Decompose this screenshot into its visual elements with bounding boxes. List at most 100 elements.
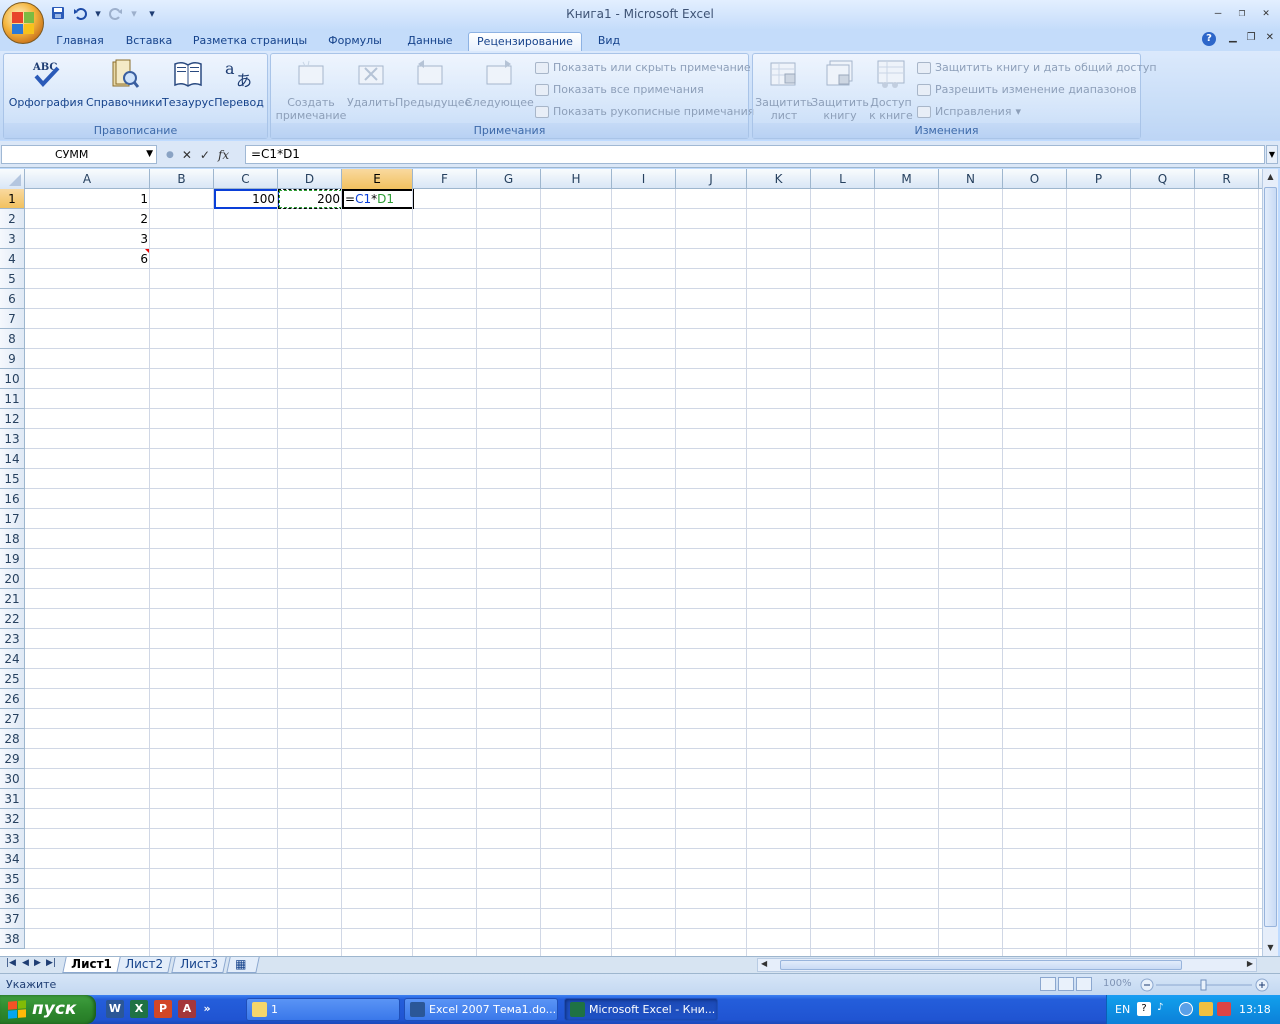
column-header-H[interactable]: H (541, 169, 612, 189)
workbook-minimize-button[interactable]: ▁ (1229, 32, 1237, 43)
tab-view[interactable]: Вид (592, 32, 626, 51)
row-header-23[interactable]: 23 (0, 629, 25, 649)
last-sheet-icon[interactable]: ▶| (46, 958, 56, 968)
cancel-icon[interactable]: ✕ (182, 148, 192, 162)
column-header-F[interactable]: F (413, 169, 477, 189)
name-box[interactable]: СУММ ▼ (1, 145, 157, 164)
prev-sheet-icon[interactable]: ◀ (22, 958, 29, 968)
insert-sheet-button[interactable]: ▦ (226, 957, 260, 973)
row-header-12[interactable]: 12 (0, 409, 25, 429)
show-ink-button[interactable]: Показать рукописные примечания (535, 104, 754, 120)
row-header-27[interactable]: 27 (0, 709, 25, 729)
row-header-36[interactable]: 36 (0, 889, 25, 909)
column-header-C[interactable]: C (214, 169, 278, 189)
chevron-down-icon[interactable]: ▼ (146, 146, 153, 163)
row-header-35[interactable]: 35 (0, 869, 25, 889)
word-icon[interactable]: W (106, 1000, 124, 1018)
first-sheet-icon[interactable]: |◀ (6, 958, 16, 968)
row-header-21[interactable]: 21 (0, 589, 25, 609)
insert-function-icon[interactable]: fx (218, 148, 229, 162)
row-header-20[interactable]: 20 (0, 569, 25, 589)
row-header-4[interactable]: 4 (0, 249, 25, 269)
cell-D1[interactable]: 200 (278, 189, 343, 209)
row-header-19[interactable]: 19 (0, 549, 25, 569)
normal-view-icon[interactable] (1040, 977, 1056, 991)
research-button[interactable]: Справочники (86, 58, 162, 109)
scroll-right-icon[interactable]: ▶ (1247, 959, 1253, 968)
tab-page-layout[interactable]: Разметка страницы (190, 32, 310, 51)
row-header-13[interactable]: 13 (0, 429, 25, 449)
row-header-24[interactable]: 24 (0, 649, 25, 669)
row-header-7[interactable]: 7 (0, 309, 25, 329)
row-header-11[interactable]: 11 (0, 389, 25, 409)
workbook-close-button[interactable]: ✕ (1266, 32, 1274, 43)
row-header-32[interactable]: 32 (0, 809, 25, 829)
scroll-down-icon[interactable]: ▼ (1264, 941, 1277, 955)
row-header-14[interactable]: 14 (0, 449, 25, 469)
column-header-Q[interactable]: Q (1131, 169, 1195, 189)
cell-E1[interactable]: =C1*D1 (342, 189, 414, 209)
scroll-left-icon[interactable]: ◀ (761, 959, 767, 968)
tab-review[interactable]: Рецензирование (468, 32, 582, 51)
column-header-R[interactable]: R (1195, 169, 1259, 189)
task-folder[interactable]: 1 (246, 998, 400, 1021)
help-icon[interactable]: ? (1202, 32, 1216, 46)
column-header-D[interactable]: D (278, 169, 342, 189)
expand-tray-icon[interactable] (1179, 1002, 1193, 1016)
column-header-K[interactable]: K (747, 169, 811, 189)
scroll-up-icon[interactable]: ▲ (1264, 170, 1277, 184)
vertical-scroll-thumb[interactable] (1264, 187, 1277, 927)
next-comment-button[interactable]: Следующее (465, 58, 534, 109)
sheet-tab-3[interactable]: Лист3 (171, 957, 227, 973)
new-comment-button[interactable]: Создать примечание (273, 58, 349, 122)
cell-A3[interactable]: 3 (25, 229, 150, 249)
row-header-28[interactable]: 28 (0, 729, 25, 749)
tray-security-icon[interactable] (1217, 1002, 1231, 1016)
protect-sheet-button[interactable]: Защитить лист (755, 58, 813, 122)
next-sheet-icon[interactable]: ▶ (34, 958, 41, 968)
row-header-31[interactable]: 31 (0, 789, 25, 809)
page-layout-view-icon[interactable] (1058, 977, 1074, 991)
column-header-O[interactable]: O (1003, 169, 1067, 189)
horizontal-scrollbar[interactable]: ◀ ▶ (757, 958, 1257, 972)
row-header-29[interactable]: 29 (0, 749, 25, 769)
protect-workbook-button[interactable]: Защитить книгу (811, 58, 869, 122)
office-button[interactable] (2, 2, 44, 44)
row-header-6[interactable]: 6 (0, 289, 25, 309)
restore-button[interactable]: ❐ (1234, 4, 1250, 20)
show-all-comments-button[interactable]: Показать все примечания (535, 82, 704, 98)
access-icon[interactable]: A (178, 1000, 196, 1018)
sheet-tab-1[interactable]: Лист1 (62, 957, 121, 973)
allow-edit-ranges-button[interactable]: Разрешить изменение диапазонов (917, 82, 1137, 98)
workbook-restore-button[interactable]: ❐ (1247, 32, 1256, 43)
zoom-slider[interactable] (1140, 978, 1270, 992)
row-header-8[interactable]: 8 (0, 329, 25, 349)
row-header-16[interactable]: 16 (0, 489, 25, 509)
volume-icon[interactable]: ♪ (1157, 1002, 1171, 1016)
row-header-5[interactable]: 5 (0, 269, 25, 289)
minimize-button[interactable]: – (1210, 4, 1226, 20)
vertical-scrollbar[interactable]: ▲ ▼ (1262, 169, 1278, 956)
column-header-B[interactable]: B (150, 169, 214, 189)
row-header-22[interactable]: 22 (0, 609, 25, 629)
excel-icon[interactable]: X (130, 1000, 148, 1018)
select-all-button[interactable] (0, 169, 25, 189)
cell-C1[interactable]: 100 (214, 189, 279, 209)
zoom-level[interactable]: 100% (1103, 978, 1132, 989)
row-header-17[interactable]: 17 (0, 509, 25, 529)
row-header-10[interactable]: 10 (0, 369, 25, 389)
column-header-A[interactable]: A (25, 169, 150, 189)
spelling-button[interactable]: ABC Орфография (8, 58, 84, 109)
powerpoint-icon[interactable]: P (154, 1000, 172, 1018)
column-header-N[interactable]: N (939, 169, 1003, 189)
column-header-J[interactable]: J (676, 169, 747, 189)
row-header-34[interactable]: 34 (0, 849, 25, 869)
track-changes-button[interactable]: Исправления ▾ (917, 104, 1021, 120)
row-header-37[interactable]: 37 (0, 909, 25, 929)
row-header-38[interactable]: 38 (0, 929, 25, 949)
row-header-1[interactable]: 1 (0, 189, 25, 209)
tab-insert[interactable]: Вставка (120, 32, 178, 51)
column-header-M[interactable]: M (875, 169, 939, 189)
horizontal-scroll-thumb[interactable] (780, 960, 1182, 970)
tab-home[interactable]: Главная (50, 32, 110, 51)
